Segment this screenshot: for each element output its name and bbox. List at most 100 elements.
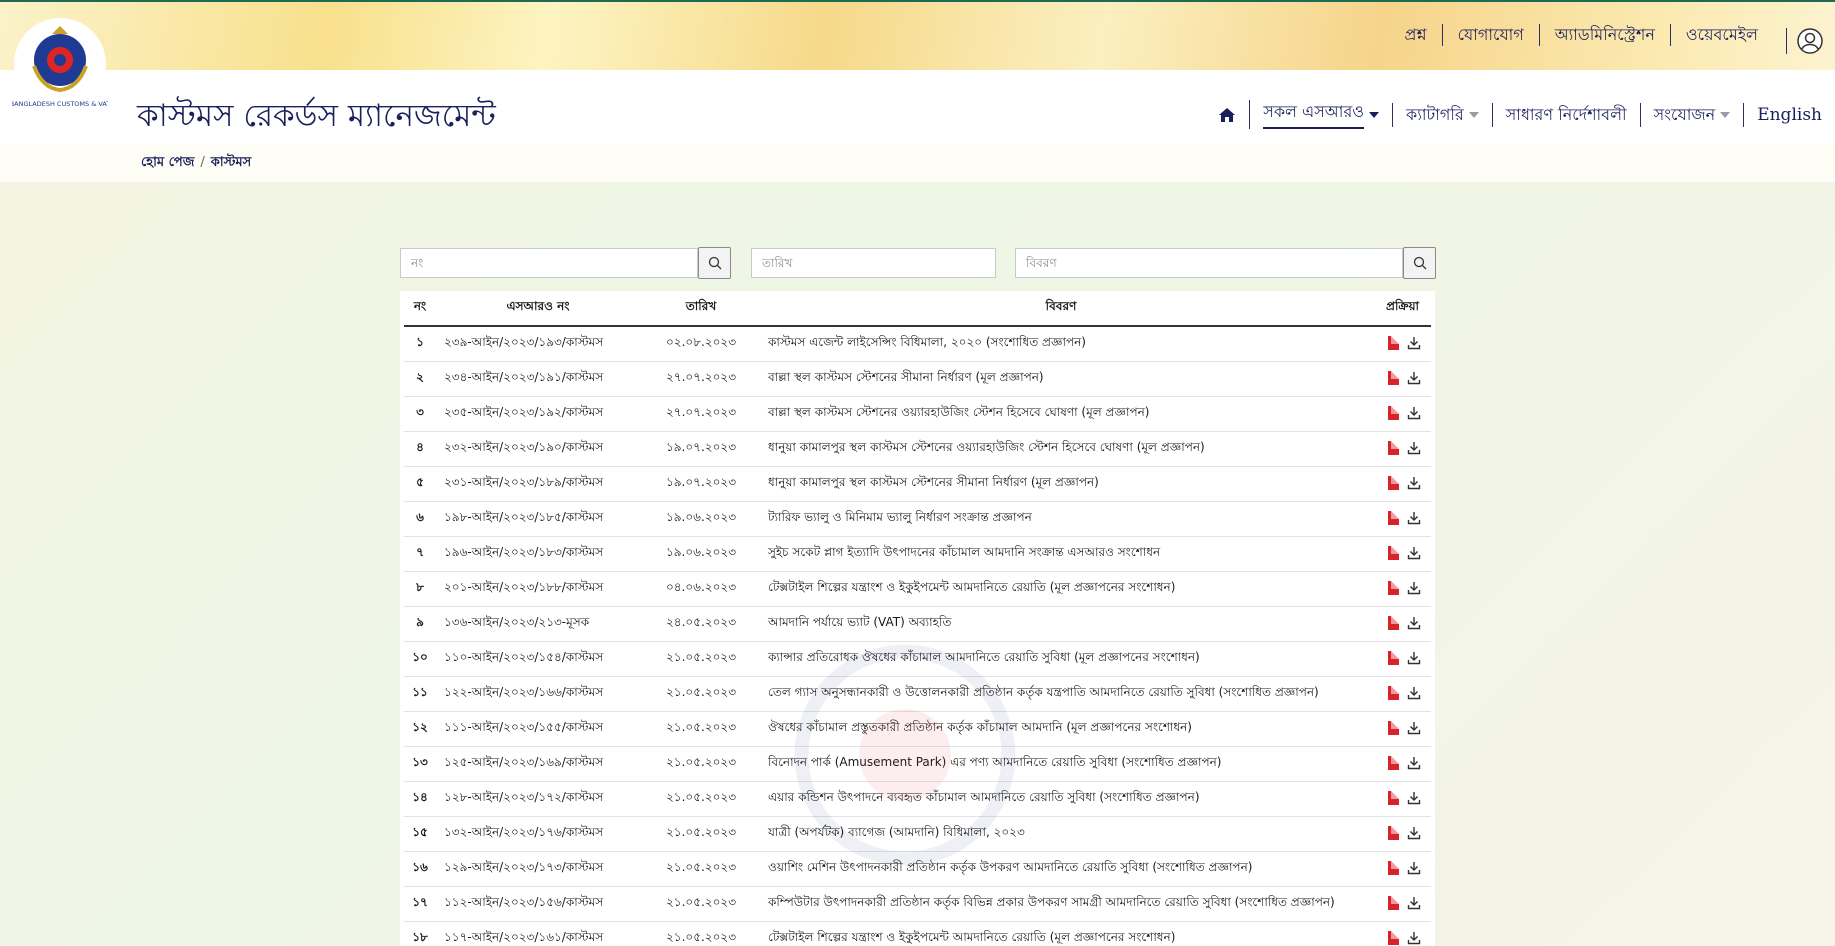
row-desc[interactable]: এয়ার কন্ডিশন উৎপাদনে ব্যবহৃত কাঁচামাল আ… — [762, 781, 1360, 817]
search-no-button[interactable] — [698, 247, 731, 279]
nav-category[interactable]: ক্যাটাগরি — [1392, 102, 1492, 127]
row-no: ১৩ — [404, 746, 436, 782]
top-link-webmail[interactable]: ওয়েবমেইল — [1669, 24, 1773, 46]
download-icon[interactable] — [1407, 546, 1421, 560]
download-icon[interactable] — [1407, 721, 1421, 735]
download-icon[interactable] — [1407, 581, 1421, 595]
row-actions — [1360, 606, 1431, 642]
row-desc[interactable]: বিনোদন পার্ক (Amusement Park) এর পণ্য আম… — [762, 746, 1360, 782]
row-sro: ১১২-আইন/২০২৩/১৫৬/কাস্টমস — [436, 886, 640, 922]
row-actions — [1360, 571, 1431, 607]
row-no: ১ — [404, 326, 436, 362]
row-desc[interactable]: তেল গ্যাস অনুসন্ধানকারী ও উত্তোলনকারী প্… — [762, 676, 1360, 712]
search-desc-input[interactable]: বিবরণ — [1015, 248, 1403, 278]
table-row: ৮ ২০১-আইন/২০২৩/১৮৮/কাস্টমস ০৪.০৬.২০২৩ টেক্স… — [404, 571, 1431, 607]
row-sro: ১১০-আইন/২০২৩/১৫৪/কাস্টমস — [436, 641, 640, 677]
pdf-icon[interactable] — [1388, 650, 1399, 665]
breadcrumb-home[interactable]: হোম পেজ — [141, 155, 194, 170]
row-sro: ১২২-আইন/২০২৩/১৬৬/কাস্টমস — [436, 676, 640, 712]
row-desc[interactable]: আমদানি পর্যায়ে ভ্যাট (VAT) অব্যাহতি — [762, 606, 1360, 642]
download-icon[interactable] — [1407, 441, 1421, 455]
download-icon[interactable] — [1407, 651, 1421, 665]
table-row: ১৭ ১১২-আইন/২০২৩/১৫৬/কাস্টমস ২১.০৫.২০২৩ কম্প… — [404, 886, 1431, 922]
search-date-input[interactable]: তারিখ — [751, 248, 996, 278]
pdf-icon[interactable] — [1388, 860, 1399, 875]
row-desc[interactable]: টেক্সটাইল শিল্পের যন্ত্রাংশ ও ইকুইপমেন্ট… — [762, 921, 1360, 946]
pdf-icon[interactable] — [1388, 580, 1399, 595]
breadcrumb-current: কাস্টমস — [210, 155, 252, 170]
row-desc[interactable]: সুইচ সকেট প্লাগ ইত্যাদি উৎপাদনের কাঁচামা… — [762, 536, 1360, 572]
download-icon[interactable] — [1407, 406, 1421, 420]
breadcrumb: হোম পেজ / কাস্টমস — [141, 153, 251, 174]
table-row: ৭ ১৯৬-আইন/২০২৩/১৮৩/কাস্টমস ১৯.০৬.২০২৩ সুইচ … — [404, 536, 1431, 572]
download-icon[interactable] — [1407, 826, 1421, 840]
pdf-icon[interactable] — [1388, 615, 1399, 630]
pdf-icon[interactable] — [1388, 510, 1399, 525]
row-actions — [1360, 711, 1431, 747]
home-nav[interactable] — [1205, 106, 1249, 124]
top-link-administration[interactable]: অ্যাডমিনিস্ট্রেশন — [1538, 24, 1670, 46]
pdf-icon[interactable] — [1388, 685, 1399, 700]
search-icon — [708, 256, 721, 270]
language-switch-english[interactable]: English — [1743, 102, 1835, 127]
row-desc[interactable]: ওয়াশিং মেশিন উৎপাদনকারী প্রতিষ্ঠান কর্ত… — [762, 851, 1360, 887]
row-no: ১৪ — [404, 781, 436, 817]
nav-all-sro[interactable]: সকল এসআরও — [1249, 100, 1392, 129]
pdf-icon[interactable] — [1388, 405, 1399, 420]
download-icon[interactable] — [1407, 616, 1421, 630]
pdf-icon[interactable] — [1388, 825, 1399, 840]
row-desc[interactable]: ধানুয়া কামালপুর স্থল কাস্টমস স্টেশনের স… — [762, 466, 1360, 502]
row-sro: ২৩৫-আইন/২০২৩/১৯২/কাস্টমস — [436, 396, 640, 432]
top-link-contact[interactable]: যোগাযোগ — [1441, 24, 1539, 46]
top-link-question[interactable]: প্রশ্ন — [1390, 24, 1442, 46]
row-desc[interactable]: বাল্লা স্থল কাস্টমস স্টেশনের সীমানা নির্… — [762, 361, 1360, 397]
nav-general-orders[interactable]: সাধারণ নির্দেশাবলী — [1491, 102, 1640, 127]
row-desc[interactable]: ঔষধের কাঁচামাল প্রস্তুতকারী প্রতিষ্ঠান ক… — [762, 711, 1360, 747]
download-icon[interactable] — [1407, 756, 1421, 770]
download-icon[interactable] — [1407, 896, 1421, 910]
download-icon[interactable] — [1407, 861, 1421, 875]
row-desc[interactable]: টেক্সটাইল শিল্পের যন্ত্রাংশ ও ইকুইপমেন্ট… — [762, 571, 1360, 607]
search-no-input[interactable]: নং — [400, 248, 698, 278]
download-icon[interactable] — [1407, 336, 1421, 350]
pdf-icon[interactable] — [1388, 475, 1399, 490]
row-actions — [1360, 361, 1431, 397]
pdf-icon[interactable] — [1388, 895, 1399, 910]
row-desc[interactable]: কাস্টমস এজেন্ট লাইসেন্সিং বিধিমালা, ২০২০… — [762, 326, 1360, 362]
row-desc[interactable]: ধানুয়া কামালপুর স্থল কাস্টমস স্টেশনের ও… — [762, 431, 1360, 467]
row-no: ১৮ — [404, 921, 436, 946]
site-title[interactable]: কাস্টমস রেকর্ডস ম্যানেজমেন্ট — [137, 92, 496, 144]
pdf-icon[interactable] — [1388, 720, 1399, 735]
table-row: ১ ২৩৯-আইন/২০২৩/১৯৩/কাস্টমস ০২.০৮.২০২৩ কাস্ট… — [404, 326, 1431, 362]
header-sro: এসআরও নং — [436, 291, 640, 327]
pdf-icon[interactable] — [1388, 440, 1399, 455]
nav-attachment[interactable]: সংযোজন — [1639, 102, 1744, 127]
customs-logo[interactable]: BANGLADESH CUSTOMS & VAT — [10, 16, 110, 112]
row-date: ২১.০৫.২০২৩ — [640, 816, 762, 852]
download-icon[interactable] — [1407, 686, 1421, 700]
table-row: ১৩ ১২৫-আইন/২০২৩/১৬৯/কাস্টমস ২১.০৫.২০২৩ বিনো… — [404, 746, 1431, 782]
download-icon[interactable] — [1407, 371, 1421, 385]
row-date: ২১.০৫.২০২৩ — [640, 921, 762, 946]
pdf-icon[interactable] — [1388, 370, 1399, 385]
pdf-icon[interactable] — [1388, 790, 1399, 805]
user-account-icon[interactable] — [1786, 28, 1823, 54]
pdf-icon[interactable] — [1388, 545, 1399, 560]
download-icon[interactable] — [1407, 791, 1421, 805]
search-desc-button[interactable] — [1403, 247, 1436, 279]
row-no: ৮ — [404, 571, 436, 607]
pdf-icon[interactable] — [1388, 335, 1399, 350]
download-icon[interactable] — [1407, 931, 1421, 945]
top-links: প্রশ্ন যোগাযোগ অ্যাডমিনিস্ট্রেশন ওয়েবমে… — [1390, 24, 1773, 46]
row-desc[interactable]: কম্পিউটার উৎপাদনকারী প্রতিষ্ঠান কর্তৃক ব… — [762, 886, 1360, 922]
header-no: নং — [404, 291, 436, 327]
pdf-icon[interactable] — [1388, 755, 1399, 770]
pdf-icon[interactable] — [1388, 930, 1399, 945]
row-date: ২১.০৫.২০২৩ — [640, 886, 762, 922]
download-icon[interactable] — [1407, 476, 1421, 490]
download-icon[interactable] — [1407, 511, 1421, 525]
row-desc[interactable]: বাল্লা স্থল কাস্টমস স্টেশনের ওয়্যারহাউজ… — [762, 396, 1360, 432]
row-desc[interactable]: ক্যান্সার প্রতিরোধক ঔষধের কাঁচামাল আমদান… — [762, 641, 1360, 677]
row-desc[interactable]: ট্যারিফ ভ্যালু ও মিনিমাম ভ্যালু নির্ধারণ… — [762, 501, 1360, 537]
row-desc[interactable]: যাত্রী (অপর্যটক) ব্যাগেজ (আমদানি) বিধিমা… — [762, 816, 1360, 852]
